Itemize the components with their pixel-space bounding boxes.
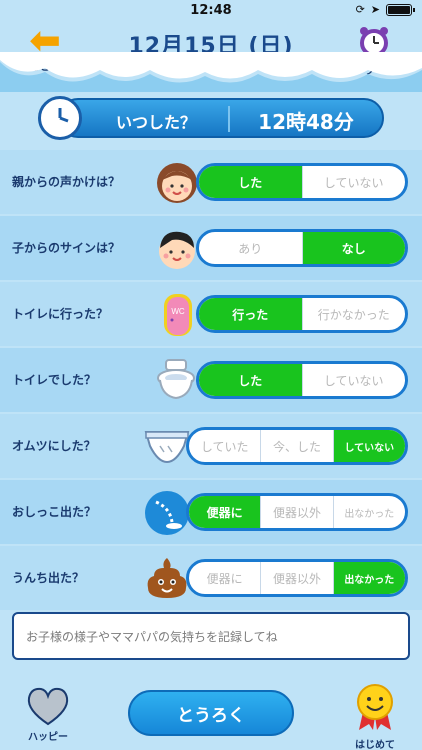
pee-drop-icon [145, 491, 189, 535]
question-row-poop: うんち出た？ 便器に 便器以外 出なかった [0, 546, 422, 610]
question-label: オムツにした？ [12, 439, 96, 453]
question-label: うんち出た？ [12, 571, 85, 585]
battery-icon [386, 3, 415, 16]
happy-button[interactable]: ハッピー [18, 686, 78, 743]
option-did[interactable]: した [199, 364, 303, 396]
first-time-label: はじめて [355, 740, 395, 750]
question-row-child-sign: 子からのサインは？ あり なし [0, 216, 422, 280]
first-time-button[interactable]: はじめて [346, 682, 404, 750]
time-value: 12時48分 [258, 110, 354, 134]
question-label: 子からのサインは？ [12, 241, 121, 255]
option-did-not[interactable]: していない [303, 166, 406, 198]
question-row-did-in-toilet: トイレでした？ した していない [0, 348, 422, 412]
question-row-diaper: オムツにした？ していた 今、した していない [0, 414, 422, 478]
poop-icon [147, 558, 187, 598]
option-outside-toilet[interactable]: 便器以外 [261, 496, 334, 528]
answer-toggle: した していない [196, 361, 408, 399]
time-picker[interactable]: いつした？ 12時48分 [58, 98, 384, 138]
answer-toggle: あり なし [196, 229, 408, 267]
time-question: いつした？ [116, 113, 197, 132]
diaper-icon [144, 431, 190, 464]
question-list: 親からの声かけは？ した していない 子からのサインは？ あり なし トイレに行… [0, 150, 422, 612]
option-none[interactable]: 出なかった [333, 562, 405, 594]
option-did-not[interactable]: していない [333, 430, 405, 462]
toilet-door-icon: WC [164, 294, 192, 336]
question-row-went-toilet: トイレに行った？ WC 行った 行かなかった [0, 282, 422, 346]
option-none[interactable]: 出なかった [334, 496, 405, 528]
option-no[interactable]: なし [302, 232, 405, 264]
time-row[interactable]: いつした？ 12時48分 [38, 96, 384, 140]
clock-icon [38, 96, 82, 140]
option-in-toilet[interactable]: 便器に [189, 496, 262, 528]
status-bar: 12:48 ⟳ ➤ [0, 0, 422, 22]
option-went[interactable]: 行った [199, 298, 303, 330]
happy-label: ハッピー [28, 732, 68, 743]
question-label: おしっこ出た？ [12, 505, 97, 519]
answer-toggle: した していない [196, 163, 408, 201]
option-did-not-go[interactable]: 行かなかった [303, 298, 406, 330]
option-did-not[interactable]: していない [303, 364, 406, 396]
answer-toggle: 行った 行かなかった [196, 295, 408, 333]
child-face-icon [159, 231, 195, 269]
option-outside-toilet[interactable]: 便器以外 [261, 562, 334, 594]
question-row-pee: おしっこ出た？ 便器に 便器以外 出なかった [0, 480, 422, 544]
toilet-icon [157, 359, 195, 400]
heart-icon [27, 687, 69, 726]
option-was-wearing[interactable]: していた [189, 430, 262, 462]
smiley-medal-icon [357, 684, 393, 730]
answer-toggle: していた 今、した していない [186, 427, 408, 465]
option-did[interactable]: した [199, 166, 303, 198]
location-icon: ➤ [370, 3, 380, 16]
answer-toggle: 便器に 便器以外 出なかった [186, 493, 408, 531]
register-button[interactable]: とうろく [128, 690, 294, 736]
rotation-lock-icon: ⟳ [355, 3, 365, 16]
svg-text:WC: WC [171, 307, 185, 316]
question-label: トイレでした？ [12, 373, 97, 387]
question-label: トイレに行った？ [12, 307, 109, 321]
option-just-now[interactable]: 今、した [261, 430, 334, 462]
memo-input[interactable]: お子様の様子やママパパの気持ちを記録してね [12, 612, 410, 660]
option-in-toilet[interactable]: 便器に [189, 562, 262, 594]
question-label: 親からの声かけは？ [12, 175, 121, 189]
answer-toggle: 便器に 便器以外 出なかった [186, 559, 408, 597]
cloud-divider [0, 52, 422, 92]
option-yes[interactable]: あり [199, 232, 303, 264]
parent-face-icon [157, 163, 197, 203]
question-row-parent-call: 親からの声かけは？ した していない [0, 150, 422, 214]
